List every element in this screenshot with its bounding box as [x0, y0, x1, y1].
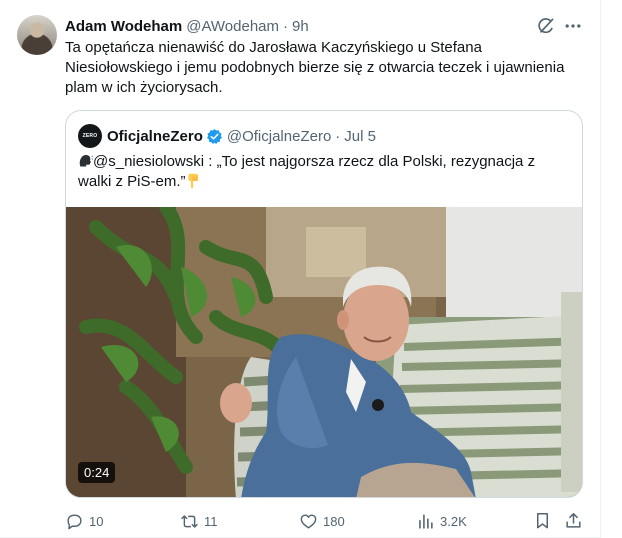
quoted-avatar-logo-text: ZERO — [82, 133, 98, 139]
author-name[interactable]: Adam Wodeham — [65, 18, 182, 35]
verified-badge-icon — [206, 128, 222, 144]
views-count: 3.2K — [440, 513, 467, 529]
heart-icon — [300, 513, 317, 529]
like-button[interactable]: 180 — [299, 511, 345, 531]
quoted-post-header: OficjalneZero @OficjalneZero · Jul 5 — [107, 126, 376, 146]
bookmark-icon[interactable] — [533, 511, 552, 530]
repost-count: 11 — [204, 513, 218, 529]
quoted-post-card[interactable]: ZERO OficjalneZero @OficjalneZero · Jul … — [65, 110, 583, 498]
quoted-author-name[interactable]: OficjalneZero — [107, 128, 203, 145]
post-header: Adam Wodeham @AWodeham · 9h — [65, 16, 309, 36]
quoted-author-handle[interactable]: @OficjalneZero — [227, 128, 331, 145]
author-avatar[interactable] — [17, 15, 57, 55]
repost-icon — [181, 514, 198, 528]
post-timestamp[interactable]: 9h — [292, 18, 309, 35]
reply-icon — [67, 513, 82, 529]
repost-button[interactable]: 11 — [180, 511, 218, 531]
reply-button[interactable]: 10 — [65, 511, 103, 531]
reply-count: 10 — [89, 513, 104, 529]
views-button[interactable]: 3.2K — [416, 511, 467, 531]
speaking-head-emoji-icon — [79, 154, 93, 167]
video-frame — [66, 207, 582, 497]
more-icon[interactable] — [563, 16, 583, 36]
timeline-right-border — [600, 0, 601, 538]
quoted-separator-dot: · — [335, 127, 341, 145]
separator-dot: · — [283, 17, 289, 35]
grok-icon[interactable] — [536, 16, 556, 36]
author-handle[interactable]: @AWodeham — [186, 18, 279, 35]
video-player[interactable]: 0:24 — [66, 207, 582, 497]
quoted-post-text-body: @s_niesiolowski : „To jest najgorsza rze… — [78, 153, 536, 190]
like-count: 180 — [323, 513, 345, 529]
views-icon — [419, 513, 433, 529]
quoted-timestamp[interactable]: Jul 5 — [344, 128, 376, 145]
post-text: Ta opętańcza nienawiść do Jarosława Kacz… — [65, 39, 565, 96]
quoted-author-avatar[interactable]: ZERO — [78, 124, 102, 148]
pointing-down-emoji-icon — [187, 173, 198, 189]
share-icon[interactable] — [564, 511, 583, 530]
video-duration: 0:24 — [78, 462, 116, 483]
quoted-post-text: @s_niesiolowski : „To jest najgorsza rze… — [78, 152, 558, 192]
